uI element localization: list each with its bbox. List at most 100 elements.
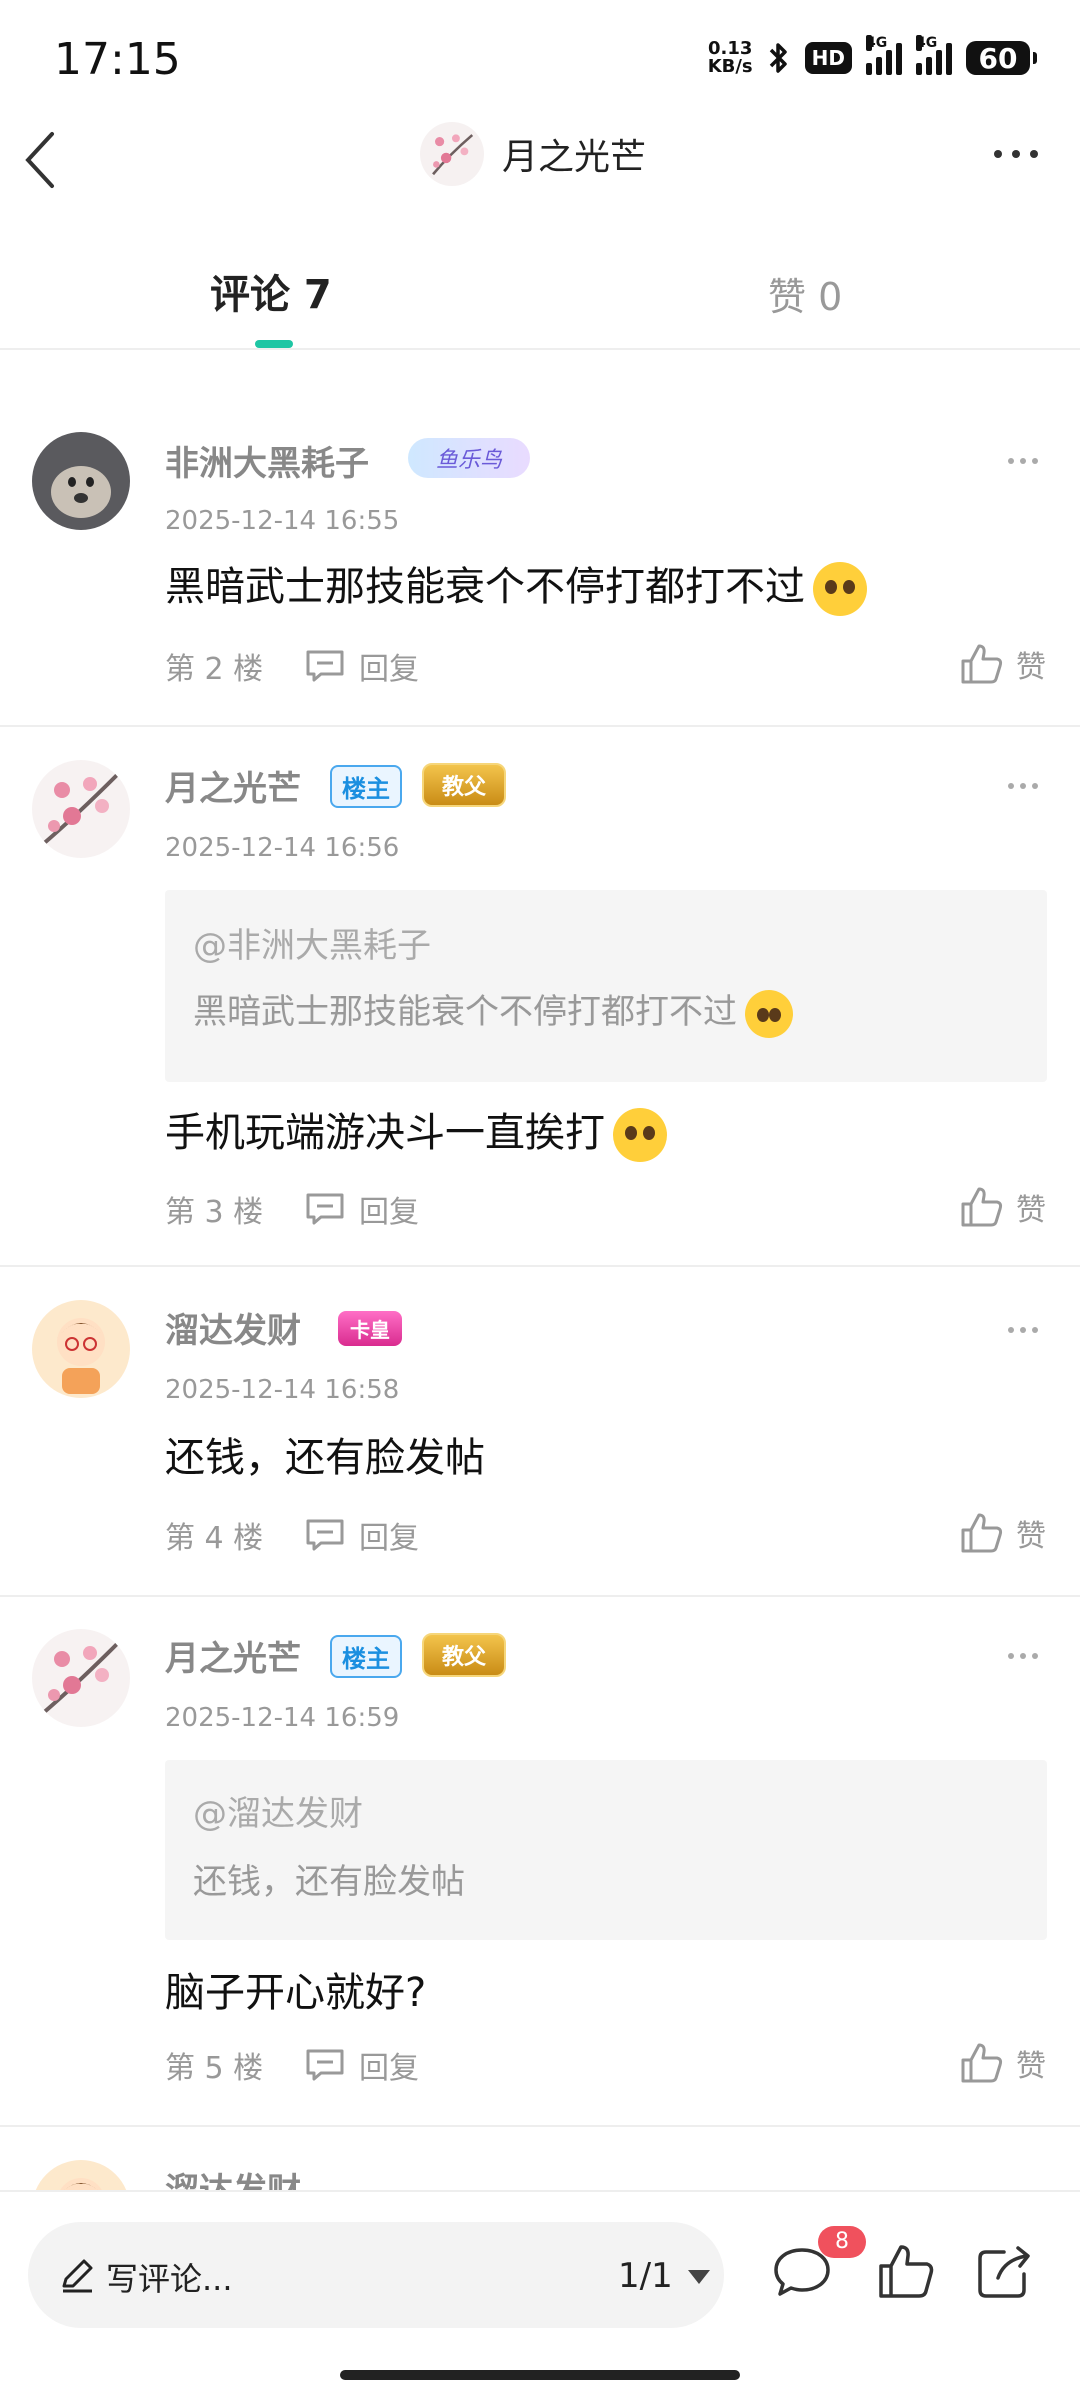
- dot-icon: [1032, 458, 1038, 464]
- network-type-1: 4G: [866, 35, 888, 51]
- quoted-comment[interactable]: @非洲大黑耗子 黑暗武士那技能衰个不停打都打不过: [165, 890, 1047, 1082]
- quoted-comment[interactable]: @溜达发财 还钱，还有脸发帖: [165, 1760, 1047, 1940]
- comment-content: 手机玩端游决斗一直挨打: [165, 1100, 667, 1162]
- header-user[interactable]: 月之光芒: [420, 122, 646, 186]
- share-icon[interactable]: [974, 2242, 1034, 2302]
- avatar[interactable]: [32, 1629, 130, 1727]
- header-title: 月之光芒: [502, 137, 647, 178]
- user-title-badge: 教父: [422, 1633, 507, 1677]
- reply-button[interactable]: 回复: [305, 1187, 419, 1231]
- battery-level: 60: [978, 41, 1018, 75]
- more-options-button[interactable]: [994, 150, 1038, 158]
- thumbs-up-icon: [961, 1187, 1003, 1227]
- thumbs-up-icon[interactable]: [876, 2242, 936, 2302]
- hd-badge: HD: [804, 42, 852, 74]
- like-button[interactable]: 赞: [960, 1185, 1046, 1229]
- reply-label: 回复: [359, 1521, 419, 1556]
- username[interactable]: 非洲大黑耗子: [165, 436, 369, 485]
- avatar[interactable]: [32, 760, 130, 858]
- crying-emoji-icon: [745, 989, 793, 1038]
- comment-content: 脑子开心就好?: [165, 1970, 427, 2016]
- thumbs-up-icon: [961, 644, 1003, 684]
- quoted-content: 还钱，还有脸发帖: [193, 1862, 465, 1902]
- dot-icon: [994, 150, 1002, 158]
- like-button[interactable]: 赞: [960, 2041, 1046, 2085]
- chevron-left-icon: [25, 132, 54, 188]
- dot-icon: [1008, 783, 1014, 789]
- dot-icon: [1020, 783, 1026, 789]
- username[interactable]: 溜达发财: [165, 2163, 301, 2190]
- dot-icon: [1020, 1327, 1026, 1333]
- caret-down-icon[interactable]: [688, 2270, 710, 2284]
- quoted-username: @溜达发财: [193, 1794, 363, 1834]
- tab-likes[interactable]: 赞 0: [768, 266, 842, 321]
- comment-content: 黑暗武士那技能衰个不停打都打不过: [165, 554, 867, 616]
- reply-icon: [306, 1519, 344, 1551]
- quoted-content: 黑暗武士那技能衰个不停打都打不过: [193, 984, 793, 1038]
- bluetooth-icon: [769, 43, 787, 73]
- dot-icon: [1030, 150, 1038, 158]
- like-label: 赞: [1016, 1193, 1046, 1228]
- reply-icon: [306, 650, 344, 682]
- avatar[interactable]: [32, 2160, 130, 2190]
- comment-more-button[interactable]: [1008, 1653, 1038, 1659]
- divider: [0, 725, 1080, 727]
- like-label: 赞: [1016, 1519, 1046, 1554]
- like-label: 赞: [1016, 650, 1046, 685]
- back-button[interactable]: [22, 130, 62, 190]
- comment-content: 还钱，还有脸发帖: [165, 1435, 485, 1481]
- comment-text: 黑暗武士那技能衰个不停打都打不过: [165, 564, 805, 610]
- comment-item: 非洲大黑耗子 鱼乐鸟 2025-12-14 16:55 黑暗武士那技能衰个不停打…: [0, 420, 1080, 725]
- owner-badge: 楼主: [330, 765, 402, 808]
- reply-icon: [306, 1193, 344, 1225]
- username[interactable]: 月之光芒: [165, 761, 301, 810]
- network-speed: 0.13 KB/s: [708, 40, 753, 76]
- owner-badge: 楼主: [330, 1635, 402, 1678]
- divider: [0, 348, 1080, 350]
- dot-icon: [1008, 458, 1014, 464]
- tab-comments[interactable]: 评论 7: [210, 262, 332, 320]
- divider: [0, 1265, 1080, 1267]
- avatar[interactable]: [32, 432, 130, 530]
- network-speed-unit: KB/s: [707, 56, 753, 77]
- quoted-text: 黑暗武士那技能衰个不停打都打不过: [193, 992, 737, 1032]
- comment-time: 2025-12-14 16:56: [165, 833, 400, 863]
- comment-item: 溜达发财: [0, 2145, 1080, 2190]
- comment-time: 2025-12-14 16:58: [165, 1375, 400, 1405]
- dot-icon: [1008, 1653, 1014, 1659]
- reply-button[interactable]: 回复: [305, 2043, 419, 2087]
- comment-time: 2025-12-14 16:55: [165, 506, 400, 536]
- smirk-emoji-icon: [613, 1108, 667, 1162]
- comment-input[interactable]: 写评论... 1/1: [28, 2222, 724, 2328]
- tab-active-indicator: [255, 340, 293, 348]
- like-button[interactable]: 赞: [960, 1511, 1046, 1555]
- page-indicator[interactable]: 1/1: [618, 2256, 673, 2296]
- dot-icon: [1032, 1653, 1038, 1659]
- avatar: [420, 122, 484, 186]
- like-button[interactable]: 赞: [960, 642, 1046, 686]
- divider: [0, 1595, 1080, 1597]
- username[interactable]: 溜达发财: [165, 1303, 301, 1352]
- floor-number: 第 3 楼: [165, 1195, 264, 1230]
- user-title-badge: 卡皇: [338, 1311, 402, 1346]
- reply-label: 回复: [359, 2051, 419, 2086]
- reply-button[interactable]: 回复: [305, 1513, 419, 1557]
- username[interactable]: 月之光芒: [165, 1631, 301, 1680]
- floor-number: 第 4 楼: [165, 1521, 264, 1556]
- like-label: 赞: [1016, 2049, 1046, 2084]
- avatar[interactable]: [32, 1300, 130, 1398]
- network-type-2: 4G: [916, 35, 938, 51]
- dot-icon: [1020, 458, 1026, 464]
- dot-icon: [1020, 1653, 1026, 1659]
- comment-more-button[interactable]: [1008, 458, 1038, 464]
- signal-1-icon: 4G: [866, 35, 902, 75]
- comment-more-button[interactable]: [1008, 1327, 1038, 1333]
- comment-more-button[interactable]: [1008, 783, 1038, 789]
- thumbs-up-icon: [961, 2043, 1003, 2083]
- divider: [0, 2125, 1080, 2127]
- home-indicator[interactable]: [340, 2370, 740, 2380]
- dot-icon: [1032, 1327, 1038, 1333]
- signal-2-icon: 4G: [916, 35, 952, 75]
- status-time: 17:15: [54, 34, 181, 85]
- reply-button[interactable]: 回复: [305, 644, 419, 688]
